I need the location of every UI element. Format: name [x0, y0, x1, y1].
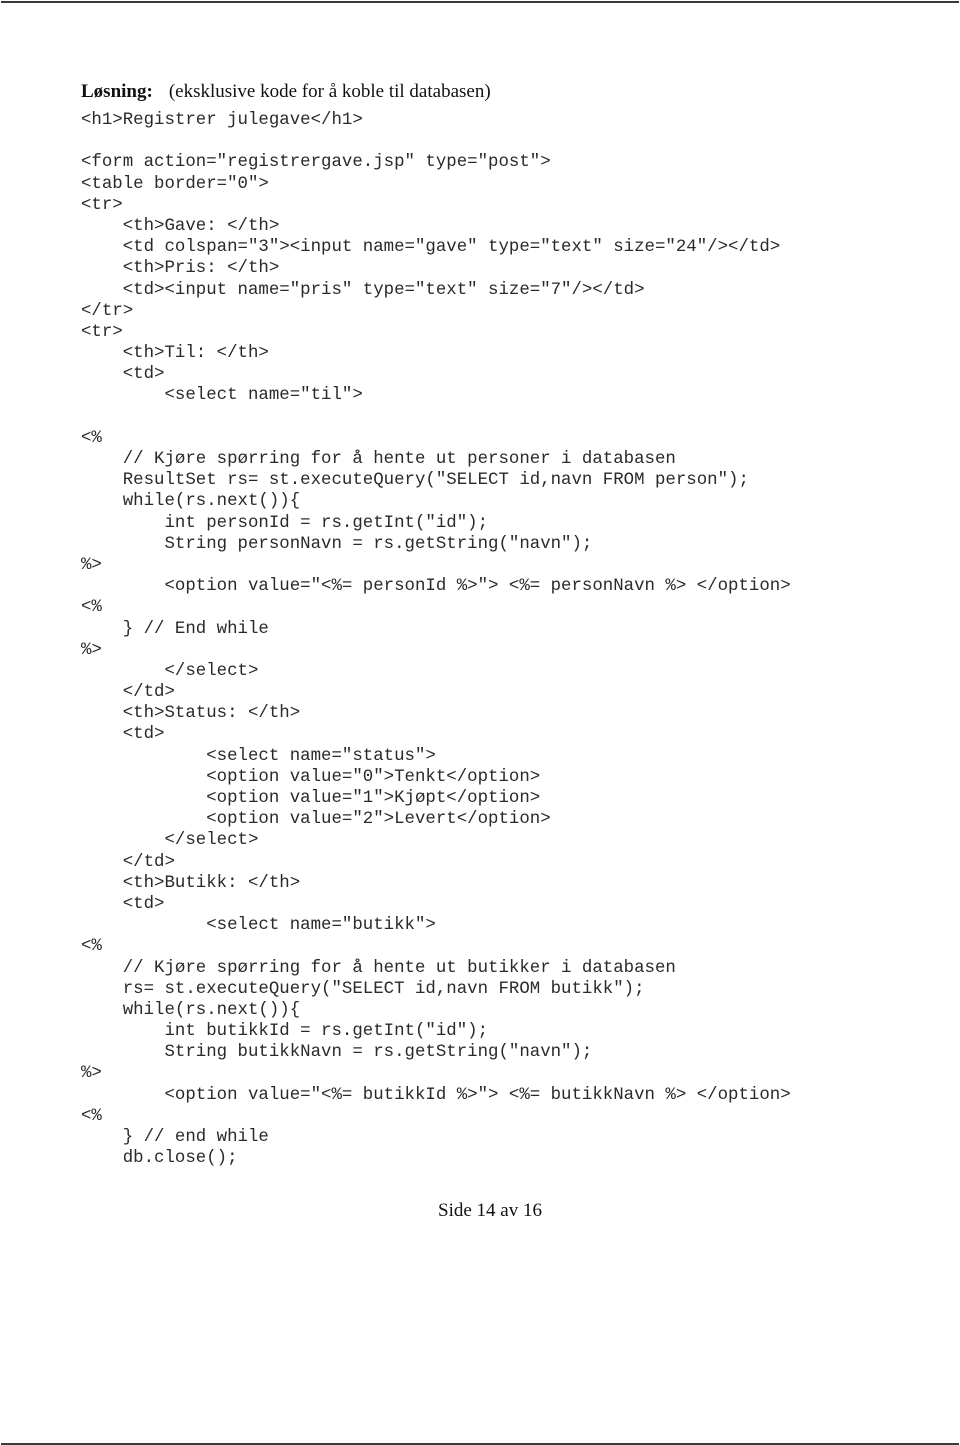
- code-line: rs= st.executeQuery("SELECT id,navn FROM…: [81, 979, 645, 999]
- code-line: </tr>: [81, 301, 134, 321]
- code-line: <th>Gave: </th>: [81, 216, 280, 236]
- code-line: while(rs.next()){: [81, 492, 301, 512]
- code-line: </select>: [81, 831, 259, 851]
- code-line: <select name="butikk">: [81, 916, 436, 936]
- code-line: <%: [81, 937, 102, 957]
- code-line: <td>: [81, 725, 165, 745]
- code-line: ResultSet rs= st.executeQuery("SELECT id…: [81, 471, 749, 491]
- code-line: </td>: [81, 683, 175, 703]
- code-line: int butikkId = rs.getInt("id");: [81, 1022, 489, 1042]
- code-line: } // End while: [81, 619, 269, 639]
- code-line: <option value="0">Tenkt</option>: [81, 767, 541, 787]
- code-line: <td colspan="3"><input name="gave" type=…: [81, 238, 781, 258]
- solution-label: Løsning:: [81, 81, 153, 102]
- code-line: %>: [81, 640, 102, 660]
- code-line: <td>: [81, 365, 165, 385]
- code-line: <h1>Registrer julegave</h1>: [81, 111, 363, 130]
- code-line: <tr>: [81, 322, 123, 342]
- code-line: // Kjøre spørring for å hente ut persone…: [81, 450, 676, 469]
- code-line: String butikkNavn = rs.getString("navn")…: [81, 1043, 593, 1063]
- code-line: <table border="0">: [81, 174, 269, 194]
- code-line: while(rs.next()){: [81, 1000, 301, 1020]
- code-line: <option value="<%= personId %>"> <%= per…: [81, 577, 791, 597]
- code-line: </select>: [81, 661, 259, 681]
- code-line: <option value="2">Levert</option>: [81, 810, 551, 830]
- code-line: <th>Butikk: </th>: [81, 873, 301, 893]
- code-line: } // end while: [81, 1128, 269, 1147]
- code-line: db.close();: [81, 1149, 238, 1169]
- code-line: <form action="registrergave.jsp" type="p…: [81, 153, 551, 173]
- code-line: </td>: [81, 852, 175, 872]
- code-line: <%: [81, 1106, 102, 1126]
- solution-note: (eksklusive kode for å koble til databas…: [168, 81, 491, 102]
- code-line: <select name="status">: [81, 746, 436, 766]
- code-line: <option value="<%= butikkId %>"> <%= but…: [81, 1085, 791, 1105]
- code-line: <tr>: [81, 195, 123, 215]
- code-line: // Kjøre spørring for å hente ut butikke…: [81, 958, 676, 978]
- code-line: <option value="1">Kjøpt</option>: [81, 789, 541, 808]
- code-line: <%: [81, 428, 102, 448]
- code-line: <th>Status: </th>: [81, 704, 301, 724]
- code-line: <th>Pris: </th>: [81, 259, 280, 279]
- code-line: <td>: [81, 894, 165, 914]
- code-line: %>: [81, 1064, 102, 1084]
- code-line: int personId = rs.getInt("id");: [81, 513, 489, 533]
- code-listing: <h1>Registrer julegave</h1> <form action=…: [81, 110, 791, 1169]
- solution-heading: Løsning: (eksklusive kode for å koble til…: [81, 81, 491, 103]
- code-line: %>: [81, 555, 102, 575]
- page-top-border: [1, 1, 959, 3]
- code-line: String personNavn = rs.getString("navn")…: [81, 534, 593, 554]
- code-line: <th>Til: </th>: [81, 344, 269, 364]
- page-number: Side 14 av 16: [438, 1200, 542, 1221]
- code-line: <%: [81, 598, 102, 618]
- code-line: <select name="til">: [81, 386, 363, 406]
- code-line: <td><input name="pris" type="text" size=…: [81, 280, 645, 300]
